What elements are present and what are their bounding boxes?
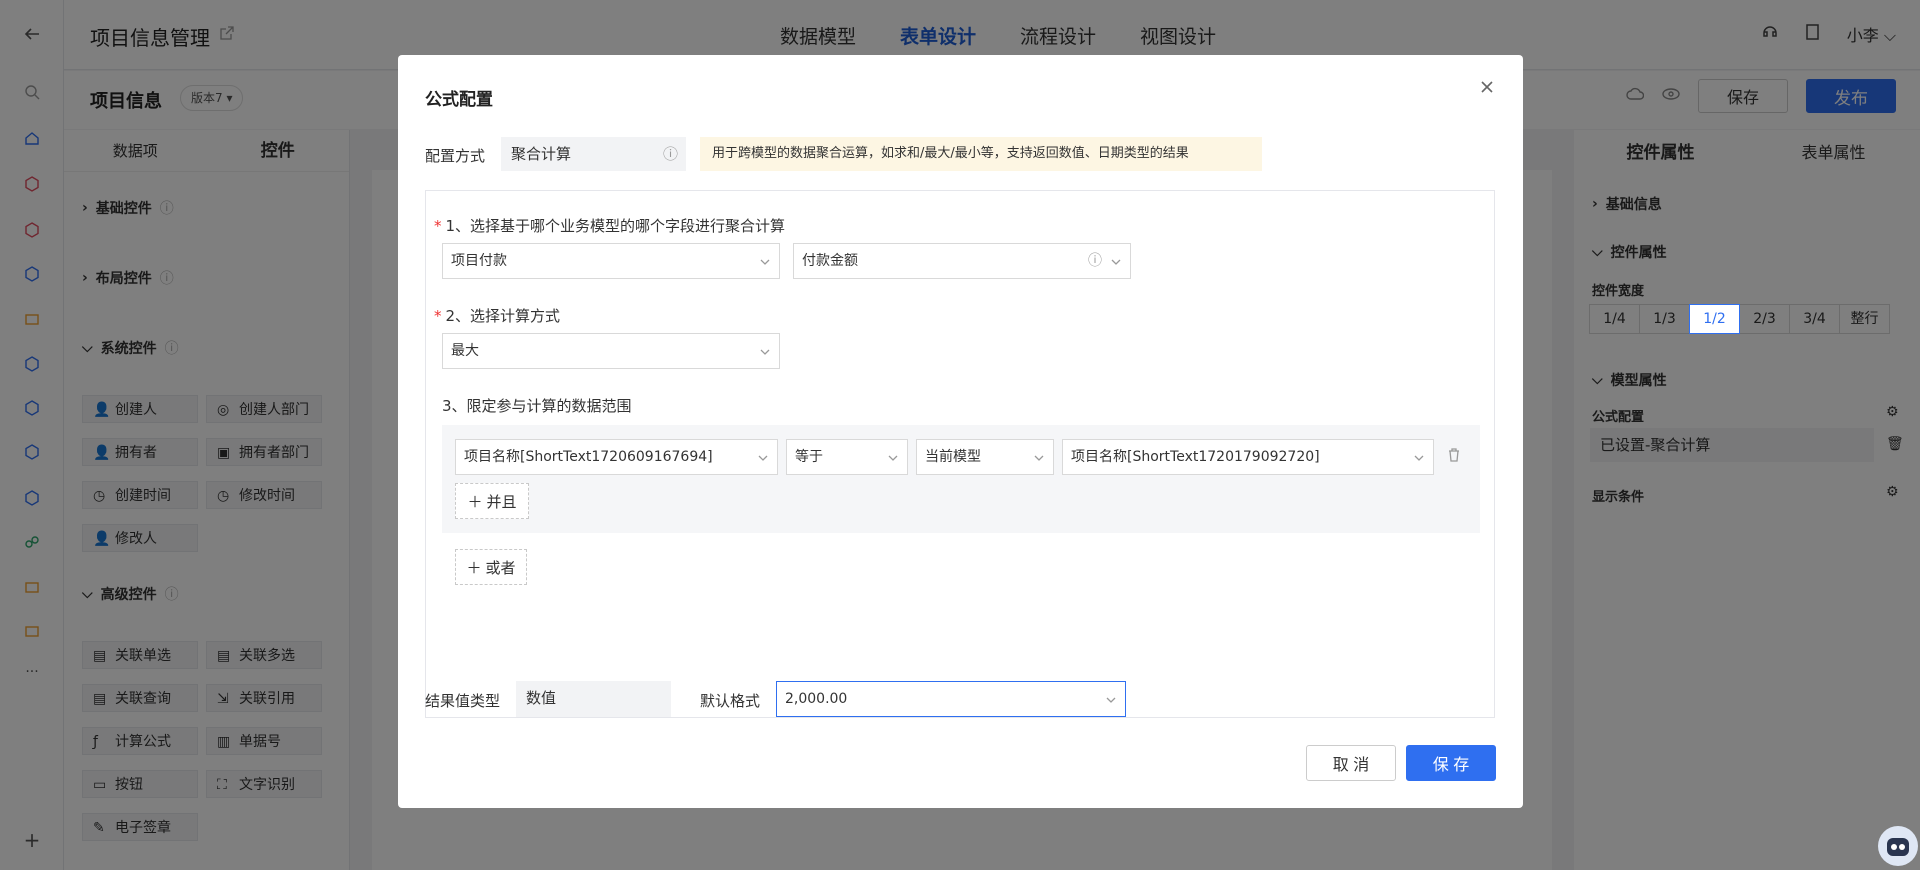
select-value: 最大 — [451, 343, 479, 359]
select-value: 项目名称[ShortText1720179092720] — [1071, 449, 1320, 465]
select-value: 当前模型 — [925, 449, 981, 465]
help-icon: ⓘ — [1088, 253, 1102, 269]
chevron-down-icon — [760, 349, 770, 355]
chevron-down-icon — [1034, 455, 1044, 461]
select-value: 项目付款 — [451, 253, 507, 269]
width-option-selected[interactable]: 1/2 — [1689, 304, 1740, 334]
select-value: 付款金额 — [802, 253, 858, 269]
filter-field-select[interactable]: 项目名称[ShortText1720609167694] — [455, 439, 778, 475]
step-text: 2、选择计算方式 — [445, 307, 561, 325]
step-3-label: 3、限定参与计算的数据范围 — [442, 397, 632, 415]
model-select[interactable]: 项目付款 — [442, 243, 780, 279]
chevron-down-icon — [1414, 455, 1424, 461]
button-label: 或者 — [485, 558, 516, 577]
aggregation-config-box: * 1、选择基于哪个业务模型的哪个字段进行聚合计算 项目付款 付款金额 ⓘ * 2、… — [425, 190, 1495, 718]
step-text: 1、选择基于哪个业务模型的哪个字段进行聚合计算 — [445, 217, 786, 235]
select-value: 项目名称[ShortText1720609167694] — [464, 449, 713, 465]
save-button[interactable]: 保 存 — [1406, 745, 1496, 781]
chevron-down-icon — [758, 455, 768, 461]
result-type-field: 数值 — [516, 681, 671, 717]
config-mode-value: 聚合计算 — [511, 145, 572, 163]
step-2-label: * 2、选择计算方式 — [434, 305, 560, 326]
assistant-robot-icon[interactable] — [1878, 826, 1918, 866]
dialog-title: 公式配置 — [425, 90, 493, 110]
cancel-button[interactable]: 取 消 — [1306, 745, 1396, 781]
config-mode-field[interactable]: 聚合计算 ⓘ — [501, 137, 686, 171]
help-icon: ⓘ — [662, 145, 678, 163]
select-value: 等于 — [795, 449, 823, 465]
chevron-down-icon — [1106, 697, 1116, 703]
filter-target-select[interactable]: 项目名称[ShortText1720179092720] — [1062, 439, 1434, 475]
chevron-down-icon — [760, 259, 770, 265]
add-or-button[interactable]: ＋或者 — [455, 549, 527, 585]
plus-icon: ＋ — [467, 492, 483, 511]
formula-config-dialog: 公式配置 配置方式 聚合计算 ⓘ 用于跨模型的数据聚合运算，如求和/最大/最小等… — [398, 55, 1523, 808]
config-mode-hint: 用于跨模型的数据聚合运算，如求和/最大/最小等，支持返回数值、日期类型的结果 — [700, 137, 1262, 171]
button-label: 并且 — [486, 492, 517, 511]
step-1-label: * 1、选择基于哪个业务模型的哪个字段进行聚合计算 — [434, 215, 785, 236]
field-select[interactable]: 付款金额 ⓘ — [793, 243, 1131, 279]
calc-method-select[interactable]: 最大 — [442, 333, 780, 369]
add-and-button[interactable]: ＋并且 — [455, 483, 529, 519]
plus-icon: ＋ — [466, 558, 482, 577]
required-mark: * — [434, 217, 442, 235]
filter-operator-select[interactable]: 等于 — [786, 439, 908, 475]
select-value: 2,000.00 — [785, 691, 848, 707]
default-format-label: 默认格式 — [700, 692, 761, 710]
trash-icon[interactable] — [1446, 447, 1462, 467]
filter-source-select[interactable]: 当前模型 — [916, 439, 1054, 475]
close-icon[interactable] — [1477, 77, 1501, 101]
chevron-down-icon — [1111, 259, 1121, 265]
required-mark: * — [434, 307, 442, 325]
filter-group: 项目名称[ShortText1720609167694] 等于 当前模型 项目名… — [442, 425, 1480, 533]
default-format-select[interactable]: 2,000.00 — [776, 681, 1126, 717]
result-type-label: 结果值类型 — [425, 692, 501, 710]
config-mode-label: 配置方式 — [425, 147, 486, 165]
chevron-down-icon — [888, 455, 898, 461]
